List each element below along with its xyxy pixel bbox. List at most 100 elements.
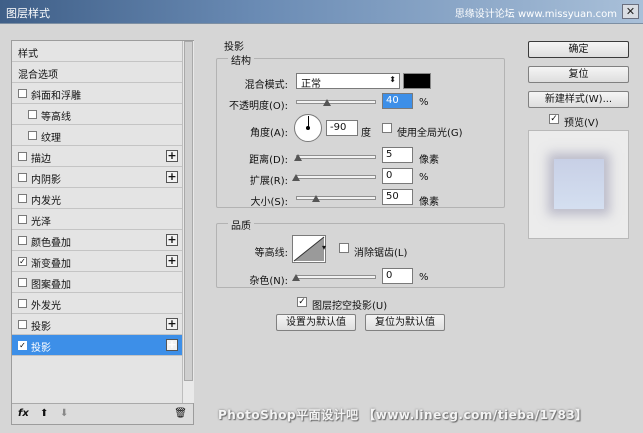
style-item-checkbox[interactable] xyxy=(18,194,27,203)
angle-dial-needle xyxy=(308,116,309,128)
global-light-checkbox[interactable] xyxy=(382,123,392,133)
fx-icon[interactable]: fx xyxy=(18,408,29,419)
style-item[interactable]: 图案叠加 xyxy=(12,272,182,293)
style-item-checkbox[interactable] xyxy=(18,89,27,98)
antialias-checkbox[interactable] xyxy=(339,243,349,253)
style-item-checkbox[interactable] xyxy=(18,278,27,287)
contour-picker[interactable] xyxy=(292,235,326,263)
reset-default-button[interactable]: 复位为默认值 xyxy=(365,314,445,331)
set-default-button[interactable]: 设置为默认值 xyxy=(276,314,356,331)
opacity-slider-thumb[interactable] xyxy=(323,99,331,106)
reset-button[interactable]: 复位 xyxy=(528,66,629,83)
style-item[interactable]: ✓ 渐变叠加 + xyxy=(12,251,182,272)
style-preview xyxy=(528,130,629,239)
style-item-checkbox[interactable]: ✓ xyxy=(18,257,27,266)
style-item[interactable]: 投影 + xyxy=(12,314,182,335)
style-item-label: 等高线 xyxy=(41,112,71,123)
spread-input[interactable]: 0 xyxy=(382,168,413,184)
style-item-label: 颜色叠加 xyxy=(31,238,71,249)
style-item-checkbox[interactable] xyxy=(18,320,27,329)
noise-input[interactable]: 0 xyxy=(382,268,413,284)
trash-icon[interactable]: 🗑 xyxy=(174,408,187,419)
angle-unit: 度 xyxy=(361,128,371,139)
style-item[interactable]: 内发光 xyxy=(12,188,182,209)
structure-title: 结构 xyxy=(228,52,254,67)
style-list: 样式混合选项斜面和浮雕等高线纹理 描边 + 内阴影 + 内发光光泽颜色叠加 + ✓ 渐变叠加 + 图… xyxy=(12,41,182,356)
spread-slider[interactable] xyxy=(296,175,376,179)
blend-mode-select[interactable]: 正常 ⬍ xyxy=(296,73,400,90)
chevron-updown-icon: ⬍ xyxy=(389,75,396,84)
footer-watermark: PhotoShop平面设计吧 【www.linecg.com/tieba/178… xyxy=(218,408,588,422)
angle-dial[interactable] xyxy=(294,114,322,142)
add-effect-icon[interactable]: + xyxy=(166,339,178,351)
noise-label: 杂色(N): xyxy=(249,276,288,287)
style-list-scrollbar[interactable] xyxy=(182,41,194,403)
style-item[interactable]: 等高线 xyxy=(12,104,182,125)
add-effect-icon[interactable]: + xyxy=(166,234,178,246)
checkmark-icon: ✓ xyxy=(298,297,306,307)
contour-dropdown-icon[interactable]: ▾ xyxy=(322,243,326,252)
style-item-checkbox[interactable] xyxy=(18,215,27,224)
size-input[interactable]: 50 xyxy=(382,189,413,205)
opacity-input[interactable]: 40 xyxy=(382,93,413,109)
style-item-label: 投影 xyxy=(31,322,51,333)
style-item-label: 渐变叠加 xyxy=(31,259,71,270)
add-effect-icon[interactable]: + xyxy=(166,150,178,162)
style-item[interactable]: 描边 + xyxy=(12,146,182,167)
size-slider[interactable] xyxy=(296,196,376,200)
style-item-label: 图案叠加 xyxy=(31,280,71,291)
style-item[interactable]: 纹理 xyxy=(12,125,182,146)
blend-mode-label: 混合模式: xyxy=(244,80,288,91)
new-style-button[interactable]: 新建样式(W)... xyxy=(528,91,629,108)
style-item[interactable]: 颜色叠加 + xyxy=(12,230,182,251)
style-item-label: 光泽 xyxy=(31,217,51,228)
opacity-slider[interactable] xyxy=(296,100,376,104)
style-item-checkbox[interactable] xyxy=(28,110,37,119)
scroll-thumb[interactable] xyxy=(184,41,193,381)
style-item-checkbox[interactable]: ✓ xyxy=(18,341,27,350)
spread-slider-thumb[interactable] xyxy=(292,174,300,181)
add-effect-icon[interactable]: + xyxy=(166,255,178,267)
style-item[interactable]: 内阴影 + xyxy=(12,167,182,188)
style-item[interactable]: 混合选项 xyxy=(12,62,182,83)
style-item[interactable]: 外发光 xyxy=(12,293,182,314)
move-up-icon[interactable]: ⬆ xyxy=(40,408,48,419)
style-item-checkbox[interactable] xyxy=(18,236,27,245)
style-item-label: 外发光 xyxy=(31,301,61,312)
add-effect-icon[interactable]: + xyxy=(166,318,178,330)
style-item[interactable]: 样式 xyxy=(12,41,182,62)
knockout-checkbox[interactable]: ✓ xyxy=(297,297,307,307)
size-slider-thumb[interactable] xyxy=(312,195,320,202)
close-icon[interactable]: ✕ xyxy=(622,4,639,19)
contour-curve-icon xyxy=(293,236,325,262)
style-item-label: 斜面和浮雕 xyxy=(31,91,81,102)
add-effect-icon[interactable]: + xyxy=(166,171,178,183)
angle-input[interactable]: -90 xyxy=(326,120,358,136)
opacity-label: 不透明度(O): xyxy=(228,101,288,112)
style-item[interactable]: 斜面和浮雕 xyxy=(12,83,182,104)
style-item-label: 样式 xyxy=(18,49,38,60)
distance-slider[interactable] xyxy=(296,155,376,159)
move-down-icon[interactable]: ⬇ xyxy=(60,408,68,419)
style-list-toolbar: fx ⬆ ⬇ 🗑 xyxy=(12,403,193,424)
style-item[interactable]: 光泽 xyxy=(12,209,182,230)
knockout-label: 图层挖空投影(U) xyxy=(312,301,388,312)
ok-button[interactable]: 确定 xyxy=(528,41,629,58)
distance-input[interactable]: 5 xyxy=(382,147,413,163)
style-item-checkbox[interactable] xyxy=(18,173,27,182)
noise-slider[interactable] xyxy=(296,275,376,279)
distance-unit: 像素 xyxy=(419,155,439,166)
style-item-checkbox[interactable] xyxy=(18,299,27,308)
style-item[interactable]: ✓ 投影 + xyxy=(12,335,182,356)
style-item-checkbox[interactable] xyxy=(28,131,37,140)
distance-slider-thumb[interactable] xyxy=(294,154,302,161)
preview-swatch xyxy=(554,159,604,209)
shadow-color-swatch[interactable] xyxy=(403,73,431,89)
quality-title: 品质 xyxy=(228,217,254,232)
global-light-label: 使用全局光(G) xyxy=(397,128,463,139)
preview-checkbox[interactable]: ✓ xyxy=(549,114,559,124)
style-item-label: 内阴影 xyxy=(31,175,61,186)
style-item-label: 投影 xyxy=(31,343,51,354)
noise-slider-thumb[interactable] xyxy=(292,274,300,281)
style-item-checkbox[interactable] xyxy=(18,152,27,161)
